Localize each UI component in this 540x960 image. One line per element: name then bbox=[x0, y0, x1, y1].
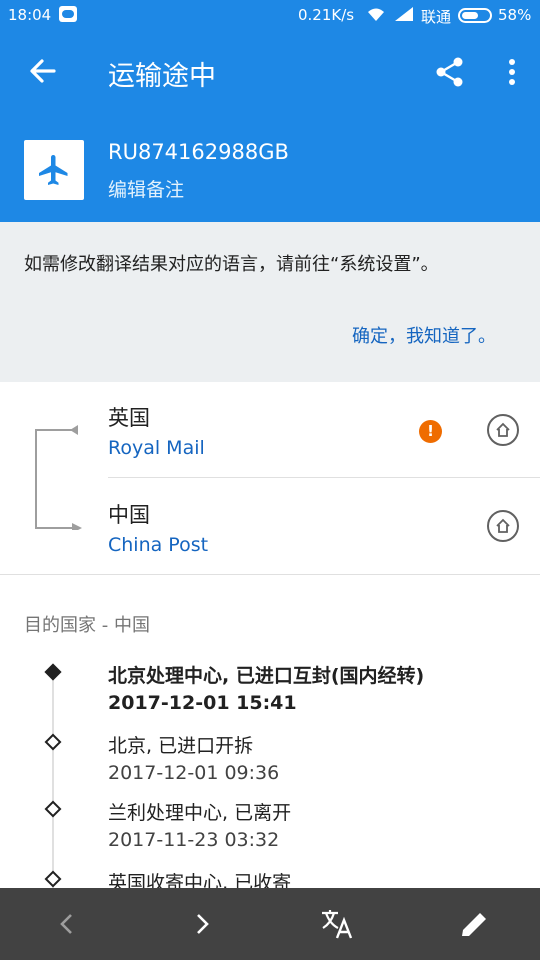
route-card: 英国 Royal Mail ! 中国 China Post bbox=[0, 382, 540, 575]
app-bar: 运输途中 RU874162988GB 编辑备注 bbox=[0, 30, 540, 222]
page-title: 运输途中 bbox=[108, 61, 216, 92]
event-time: 2017-11-23 03:32 bbox=[108, 829, 280, 851]
event-location: 兰利处理中心, 已离开 bbox=[108, 802, 292, 824]
status-time: 18:04 bbox=[8, 6, 52, 24]
signal-icon bbox=[394, 6, 414, 26]
network-speed: 0.21K/s bbox=[298, 6, 355, 24]
origin-home-icon[interactable] bbox=[487, 414, 519, 446]
wechat-notification-icon bbox=[59, 6, 77, 22]
notice-confirm-button[interactable]: 确定，我知道了。 bbox=[352, 322, 496, 348]
origin-carrier[interactable]: Royal Mail bbox=[108, 437, 205, 459]
notice-message: 如需修改翻译结果对应的语言，请前往“系统设置”。 bbox=[24, 254, 439, 275]
event-time: 2017-12-01 15:41 bbox=[108, 692, 297, 714]
back-arrow-icon[interactable] bbox=[26, 54, 60, 88]
destination-carrier[interactable]: China Post bbox=[108, 534, 208, 556]
wifi-icon bbox=[366, 6, 386, 26]
warning-icon[interactable]: ! bbox=[419, 420, 442, 443]
timeline-dot-filled-icon bbox=[44, 663, 62, 681]
destination-country: 中国 bbox=[108, 503, 150, 527]
destination-home-icon[interactable] bbox=[487, 510, 519, 542]
pencil-icon[interactable] bbox=[454, 906, 494, 942]
status-bar: 18:04 0.21K/s 联通 58% bbox=[0, 0, 540, 30]
language-notice: 如需修改翻译结果对应的语言，请前往“系统设置”。 确定，我知道了。 bbox=[0, 222, 540, 382]
event-location: 北京, 已进口开拆 bbox=[108, 735, 254, 757]
event-time: 2017-12-01 09:36 bbox=[108, 762, 280, 784]
route-divider bbox=[108, 477, 540, 478]
translate-icon[interactable] bbox=[318, 906, 358, 942]
bottom-toolbar bbox=[0, 888, 540, 960]
section-title: 目的国家 - 中国 bbox=[24, 615, 150, 636]
timeline-dot-icon bbox=[44, 733, 62, 751]
tracking-timeline: 目的国家 - 中国 北京处理中心, 已进口互封(国内经转) 2017-12-01… bbox=[0, 575, 540, 888]
battery-icon bbox=[458, 8, 492, 23]
battery-percent: 58% bbox=[498, 6, 532, 24]
event-location: 北京处理中心, 已进口互封(国内经转) bbox=[108, 665, 425, 687]
event-location: 英国收寄中心, 已收寄 bbox=[108, 872, 292, 888]
chevron-right-icon[interactable] bbox=[182, 906, 222, 942]
carrier-name: 联通 bbox=[421, 8, 452, 26]
more-options-icon[interactable] bbox=[500, 56, 524, 88]
timeline-line bbox=[52, 673, 54, 888]
origin-country: 英国 bbox=[108, 406, 150, 430]
timeline-dot-icon bbox=[44, 870, 62, 888]
timeline-dot-icon bbox=[44, 800, 62, 818]
airplane-icon bbox=[24, 140, 84, 200]
tracking-number[interactable]: RU874162988GB bbox=[108, 140, 289, 164]
share-icon[interactable] bbox=[434, 56, 466, 88]
route-connector-icon bbox=[35, 425, 82, 530]
edit-note-link[interactable]: 编辑备注 bbox=[108, 175, 184, 202]
chevron-left-icon[interactable] bbox=[48, 906, 88, 942]
